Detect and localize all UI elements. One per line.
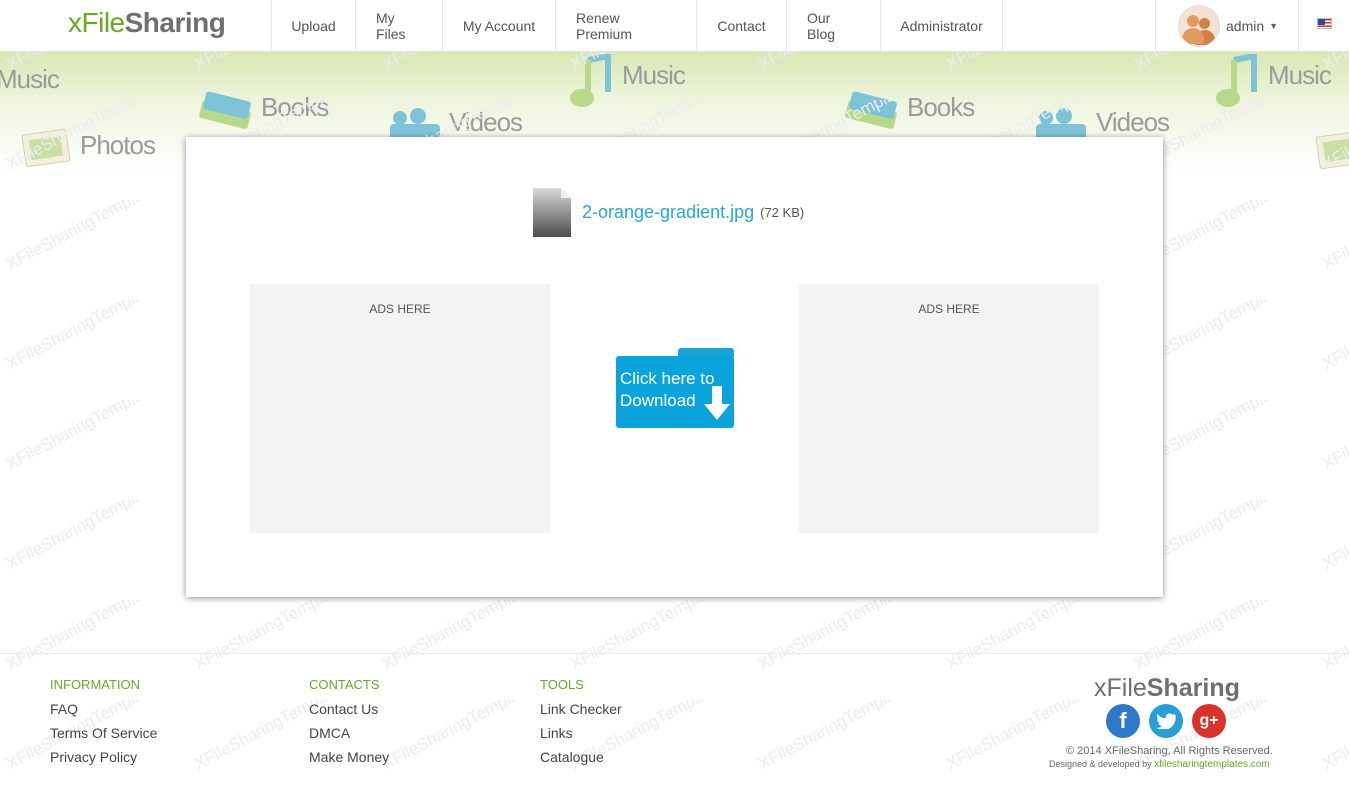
main-nav: Upload My Files My Account Renew Premium… bbox=[271, 0, 1003, 51]
logo-file: File bbox=[81, 7, 126, 38]
photos-icon bbox=[21, 128, 71, 168]
banner-label-videos: Videos bbox=[449, 107, 523, 137]
footer-link-links[interactable]: Links bbox=[540, 721, 622, 745]
ad-slot-right[interactable]: ADS HERE bbox=[799, 284, 1099, 533]
copyright-text: © 2014 XFileSharing, All Rights Reserved… bbox=[1066, 745, 1273, 757]
file-info: 2-orange-gradient.jpg (72 KB) bbox=[533, 187, 804, 237]
site-footer: INFORMATION FAQ Terms Of Service Privacy… bbox=[0, 653, 1349, 789]
footer-column-information: INFORMATION FAQ Terms Of Service Privacy… bbox=[50, 677, 157, 769]
nav-my-files[interactable]: My Files bbox=[355, 0, 442, 51]
designed-by: Designed & developed by xfilesharingtemp… bbox=[1049, 759, 1270, 770]
logo-x: x bbox=[68, 7, 82, 38]
ad-label: ADS HERE bbox=[918, 302, 980, 316]
banner-label-books: Books bbox=[907, 92, 975, 122]
ad-label: ADS HERE bbox=[369, 302, 431, 316]
footer-logo-xfile: xFile bbox=[1094, 674, 1147, 702]
footer-link-dmca[interactable]: DMCA bbox=[309, 721, 389, 745]
banner-label-books: Books bbox=[261, 92, 329, 122]
nav-administrator[interactable]: Administrator bbox=[880, 0, 1003, 51]
twitter-bird-icon bbox=[1156, 713, 1176, 729]
footer-column-contacts: CONTACTS Contact Us DMCA Make Money bbox=[309, 677, 389, 769]
footer-column-tools: TOOLS Link Checker Links Catalogue bbox=[540, 677, 622, 769]
download-button[interactable]: Click here to Download bbox=[616, 348, 734, 428]
books-icon bbox=[199, 91, 251, 129]
banner-label-music: Music bbox=[1268, 60, 1332, 90]
footer-link-terms[interactable]: Terms Of Service bbox=[50, 721, 157, 745]
avatar bbox=[1178, 4, 1220, 47]
designer-link[interactable]: xfilesharingtemplates.com bbox=[1154, 759, 1270, 770]
footer-link-privacy[interactable]: Privacy Policy bbox=[50, 745, 157, 769]
footer-heading: TOOLS bbox=[540, 677, 584, 692]
nav-renew-premium[interactable]: Renew Premium bbox=[555, 0, 696, 51]
google-plus-icon[interactable]: g+ bbox=[1192, 704, 1226, 738]
music-icon bbox=[570, 54, 611, 107]
books-icon bbox=[845, 91, 897, 129]
footer-link-faq[interactable]: FAQ bbox=[50, 697, 157, 721]
us-flag-icon[interactable] bbox=[1317, 18, 1332, 29]
nav-my-account[interactable]: My Account bbox=[442, 0, 555, 51]
caret-down-icon: ▼ bbox=[1269, 20, 1279, 31]
nav-our-blog[interactable]: Our Blog bbox=[786, 0, 880, 51]
nav-contact[interactable]: Contact bbox=[696, 0, 786, 51]
file-icon bbox=[533, 187, 571, 237]
username-label: admin bbox=[1226, 17, 1265, 34]
footer-heading: INFORMATION bbox=[50, 677, 141, 692]
site-logo[interactable]: xFileSharing bbox=[68, 7, 226, 39]
nav-upload[interactable]: Upload bbox=[271, 0, 355, 51]
top-navbar: xFileSharing Upload My Files My Account … bbox=[0, 0, 1349, 52]
footer-heading: CONTACTS bbox=[309, 677, 380, 692]
facebook-icon[interactable]: f bbox=[1106, 704, 1140, 738]
banner-label-videos: Videos bbox=[1096, 107, 1170, 137]
logo-sharing: Sharing bbox=[124, 7, 226, 38]
banner-label-music: Music bbox=[0, 64, 60, 94]
banner-label-photos: Photos bbox=[80, 130, 156, 160]
user-menu[interactable]: admin ▼ bbox=[1155, 0, 1299, 51]
music-icon bbox=[1216, 54, 1257, 107]
designed-by-prefix: Designed & developed by bbox=[1049, 759, 1152, 769]
download-card: 2-orange-gradient.jpg (72 KB) ADS HERE A… bbox=[186, 137, 1163, 597]
download-arrow-icon bbox=[704, 386, 730, 420]
twitter-icon[interactable] bbox=[1149, 704, 1183, 738]
file-size: (72 KB) bbox=[760, 204, 805, 220]
ad-slot-left[interactable]: ADS HERE bbox=[250, 284, 550, 533]
photos-icon bbox=[1315, 130, 1349, 170]
banner-label-music: Music bbox=[622, 60, 686, 90]
footer-logo-sharing: Sharing bbox=[1146, 674, 1240, 702]
footer-link-catalogue[interactable]: Catalogue bbox=[540, 745, 622, 769]
footer-link-link-checker[interactable]: Link Checker bbox=[540, 697, 622, 721]
footer-link-contact-us[interactable]: Contact Us bbox=[309, 697, 389, 721]
file-name-link[interactable]: 2-orange-gradient.jpg bbox=[582, 202, 754, 223]
footer-link-make-money[interactable]: Make Money bbox=[309, 745, 389, 769]
footer-logo[interactable]: xFileSharing bbox=[1094, 674, 1240, 703]
